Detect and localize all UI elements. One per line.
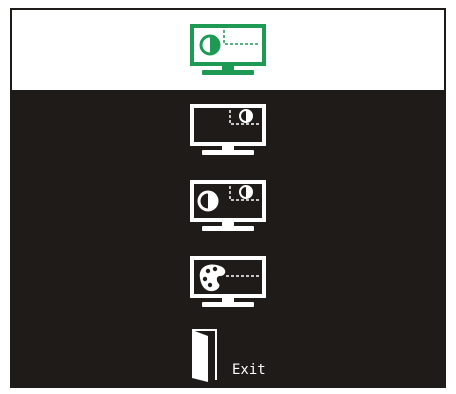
osd-menu-panel <box>10 8 446 388</box>
monitor-pip-picture-icon <box>186 22 270 78</box>
monitor-dual-picture-icon <box>186 178 270 234</box>
menu-item-main-picture[interactable] <box>12 10 444 90</box>
menu-item-color-settings[interactable] <box>12 244 444 320</box>
monitor-subwindow-picture-icon <box>186 102 270 158</box>
monitor-color-palette-icon <box>186 254 270 310</box>
exit-label: Exit <box>232 362 266 378</box>
exit-door-icon <box>186 326 226 384</box>
menu-item-dual-picture[interactable] <box>12 168 444 244</box>
menu-item-sub-picture[interactable] <box>12 92 444 168</box>
menu-item-exit[interactable] <box>12 320 444 386</box>
